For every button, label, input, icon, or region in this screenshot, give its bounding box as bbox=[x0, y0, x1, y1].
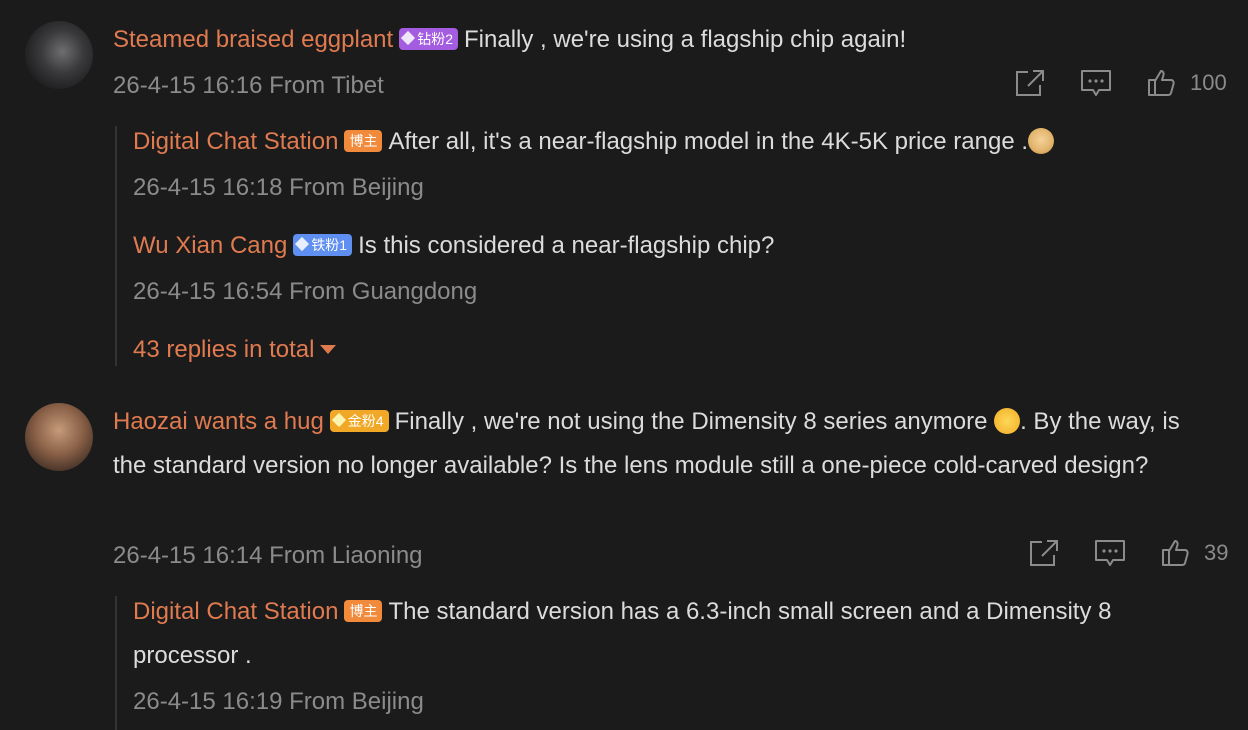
share-button[interactable] bbox=[1028, 538, 1060, 568]
share-icon bbox=[1016, 70, 1044, 96]
reply-item: Digital Chat Station 博主 After all, it's a … bbox=[133, 120, 1218, 164]
like-button[interactable]: 100 bbox=[1146, 68, 1227, 98]
replies-divider bbox=[115, 596, 117, 730]
comment-text: Finally , we're not using the Dimensity … bbox=[394, 408, 988, 435]
fan-badge-label: 钻粉2 bbox=[417, 31, 453, 47]
comment-actions: 100 bbox=[1014, 68, 1227, 98]
more-replies-link[interactable]: 43 replies in total bbox=[133, 336, 337, 364]
fan-badge: 金粉4 bbox=[329, 410, 389, 432]
more-replies-label: 43 replies in total bbox=[133, 336, 315, 363]
blogger-badge: 博主 bbox=[344, 600, 383, 622]
comment-item: Steamed braised eggplant 钻粉2 Finally , we'… bbox=[113, 18, 1228, 62]
reply-author[interactable]: Digital Chat Station bbox=[133, 598, 338, 625]
reply-meta: 26-4-15 16:18 From Beijing bbox=[133, 174, 424, 201]
reply-author[interactable]: Digital Chat Station bbox=[133, 128, 338, 155]
comment-icon bbox=[1095, 540, 1125, 566]
reply-author[interactable]: Wu Xian Cang bbox=[133, 232, 287, 259]
like-count: 100 bbox=[1190, 70, 1227, 95]
caret-down-icon bbox=[320, 345, 337, 354]
avatar[interactable] bbox=[25, 21, 93, 89]
diamond-icon bbox=[295, 236, 310, 252]
comment-button[interactable] bbox=[1094, 538, 1126, 568]
share-icon bbox=[1030, 540, 1058, 566]
like-button[interactable]: 39 bbox=[1160, 538, 1228, 568]
reply-text: After all, it's a near-flagship model in… bbox=[388, 128, 1029, 155]
reply-item: Digital Chat Station 博主 The standard versi… bbox=[133, 590, 1128, 678]
avatar[interactable] bbox=[25, 403, 93, 471]
comment-meta: 26-4-15 16:14 From Liaoning bbox=[113, 542, 423, 569]
reply-item: Wu Xian Cang 铁粉1 Is this considered a near… bbox=[133, 224, 1218, 268]
comment-author[interactable]: Steamed braised eggplant bbox=[113, 26, 393, 53]
comment-icon bbox=[1081, 70, 1111, 96]
doge-emoji-icon bbox=[1028, 128, 1055, 154]
fan-badge: 铁粉1 bbox=[293, 234, 353, 256]
comment-meta: 26-4-15 16:16 From Tibet bbox=[113, 72, 384, 99]
thumbs-up-icon bbox=[1148, 70, 1175, 96]
blogger-badge: 博主 bbox=[344, 130, 383, 152]
reply-meta: 26-4-15 16:54 From Guangdong bbox=[133, 278, 478, 305]
comment-actions: 39 bbox=[1028, 538, 1228, 568]
reply-text: Is this considered a near-flagship chip? bbox=[358, 232, 775, 259]
fan-badge-label: 铁粉1 bbox=[311, 237, 348, 253]
like-count: 39 bbox=[1204, 540, 1229, 565]
comment-item: Haozai wants a hug 金粉4 Finally , we're not… bbox=[113, 400, 1208, 488]
sweat-smile-emoji-icon bbox=[994, 408, 1021, 434]
diamond-icon bbox=[401, 30, 416, 46]
comment-author[interactable]: Haozai wants a hug bbox=[113, 408, 324, 435]
replies-divider bbox=[115, 126, 117, 366]
reply-meta: 26-4-15 16:19 From Beijing bbox=[133, 688, 424, 715]
comment-button[interactable] bbox=[1080, 68, 1112, 98]
gold-gem-icon bbox=[331, 412, 346, 428]
fan-badge: 钻粉2 bbox=[399, 28, 458, 50]
fan-badge-label: 金粉4 bbox=[347, 413, 384, 429]
comment-text: Finally , we're using a flagship chip ag… bbox=[464, 26, 907, 53]
thumbs-up-icon bbox=[1162, 540, 1189, 566]
share-button[interactable] bbox=[1014, 68, 1046, 98]
